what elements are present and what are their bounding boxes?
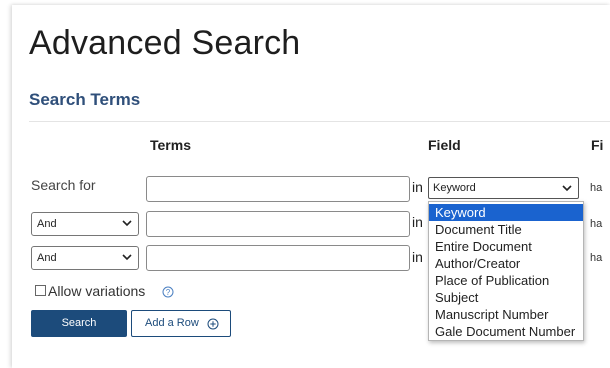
dropdown-option-place-of-publication[interactable]: Place of Publication xyxy=(429,272,583,289)
field-select-value: Keyword xyxy=(433,182,476,194)
trailing-text-3: ha xyxy=(590,252,603,264)
term-input-1[interactable] xyxy=(146,176,410,202)
plus-circle-icon xyxy=(207,318,219,330)
dropdown-option-subject[interactable]: Subject xyxy=(429,289,583,306)
dropdown-option-author-creator[interactable]: Author/Creator xyxy=(429,255,583,272)
search-for-label: Search for xyxy=(31,177,96,193)
dropdown-option-keyword[interactable]: Keyword xyxy=(429,204,583,221)
section-title: Search Terms xyxy=(29,90,141,109)
field-dropdown-list: Keyword Document Title Entire Document A… xyxy=(428,201,584,341)
term-input-2[interactable] xyxy=(146,211,410,237)
in-label-1: in xyxy=(412,179,423,195)
trailing-text-1: ha xyxy=(590,182,603,194)
dropdown-option-gale-document-number[interactable]: Gale Document Number xyxy=(429,323,583,340)
term-input-3[interactable] xyxy=(146,245,410,271)
chevron-down-icon xyxy=(122,220,132,227)
chevron-down-icon xyxy=(562,185,572,192)
dropdown-option-manuscript-number[interactable]: Manuscript Number xyxy=(429,306,583,323)
dropdown-option-entire-document[interactable]: Entire Document xyxy=(429,238,583,255)
column-header-field: Field xyxy=(428,137,461,153)
allow-variations-checkbox[interactable] xyxy=(35,285,46,296)
operator-select-2[interactable]: And xyxy=(31,212,139,236)
column-header-truncated: Fi xyxy=(591,137,604,153)
operator-select-3[interactable]: And xyxy=(31,246,139,270)
operator-value: And xyxy=(37,252,57,264)
page-title: Advanced Search xyxy=(29,24,301,62)
trailing-text-2: ha xyxy=(590,218,603,230)
in-label-2: in xyxy=(412,214,423,230)
operator-value: And xyxy=(37,218,57,230)
field-select-1[interactable]: Keyword xyxy=(428,177,579,199)
column-header-terms: Terms xyxy=(150,137,191,153)
svg-text:?: ? xyxy=(166,288,171,297)
in-label-3: in xyxy=(412,249,423,265)
section-divider xyxy=(29,121,610,122)
question-circle-icon[interactable]: ? xyxy=(162,286,174,298)
add-row-label: Add a Row xyxy=(145,317,199,329)
dropdown-option-document-title[interactable]: Document Title xyxy=(429,221,583,238)
search-button[interactable]: Search xyxy=(31,310,127,337)
add-row-button[interactable]: Add a Row xyxy=(131,310,231,337)
chevron-down-icon xyxy=(122,254,132,261)
allow-variations-label[interactable]: Allow variations xyxy=(48,283,145,299)
